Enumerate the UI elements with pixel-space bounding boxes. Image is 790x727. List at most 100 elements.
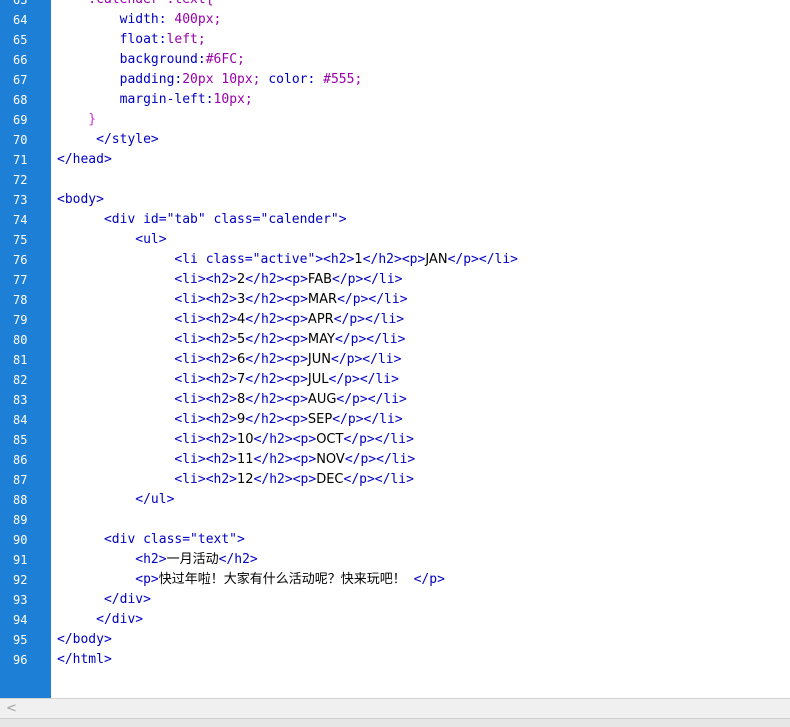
code-line[interactable]: padding:20px 10px; color: #555; xyxy=(57,70,363,90)
code-token: </p></li> xyxy=(447,252,519,267)
code-line[interactable]: <li><h2>5</h2><p>MAY</p></li> xyxy=(57,330,405,350)
code-token: </div> xyxy=(57,612,144,627)
line-number: 81 xyxy=(13,353,28,367)
code-line[interactable]: </body> xyxy=(57,630,112,650)
code-line[interactable]: .calender .text{ xyxy=(57,0,213,10)
code-line[interactable]: width: 400px; xyxy=(57,10,222,30)
line-number: 67 xyxy=(13,73,28,87)
horizontal-scrollbar[interactable]: < xyxy=(0,698,790,719)
code-token: </p></li> xyxy=(336,392,407,407)
code-token: 20px 10px; xyxy=(182,72,261,87)
code-token: </h2><p> xyxy=(245,392,308,407)
code-line[interactable]: float:left; xyxy=(57,30,206,50)
code-token: </p></li> xyxy=(337,292,408,307)
code-token: <li><h2> xyxy=(57,432,238,447)
line-number: 77 xyxy=(13,273,28,287)
code-token: <li><h2> xyxy=(57,292,238,307)
line-number: 71 xyxy=(13,153,28,167)
code-line[interactable]: </div> xyxy=(57,590,151,610)
code-line[interactable]: <li class="active"><h2>1</h2><p>JAN</p><… xyxy=(57,250,518,270)
code-token: 11 xyxy=(237,452,254,467)
code-token: FAB xyxy=(307,272,333,287)
code-token: 12 xyxy=(237,472,254,487)
code-token: <body> xyxy=(57,192,104,207)
code-line[interactable]: <body> xyxy=(57,190,104,210)
code-line[interactable]: <ul> xyxy=(57,230,167,250)
code-token: </p></li> xyxy=(328,372,399,387)
code-token: #6FC; xyxy=(205,52,245,67)
code-line[interactable]: </style> xyxy=(57,130,159,150)
code-token: MAR xyxy=(307,292,338,307)
code-token: JUL xyxy=(307,372,329,387)
code-line[interactable]: <li><h2>12</h2><p>DEC</p></li> xyxy=(57,470,414,490)
code-line[interactable]: <li><h2>4</h2><p>APR</p></li> xyxy=(57,310,404,330)
code-token: #555; xyxy=(323,72,363,87)
scroll-left-icon[interactable]: < xyxy=(6,701,17,716)
code-token: <ul> xyxy=(57,232,167,247)
code-line[interactable]: <li><h2>3</h2><p>MAR</p></li> xyxy=(57,290,408,310)
code-token: <li><h2> xyxy=(57,472,238,487)
code-token: </h2><p> xyxy=(245,352,308,367)
line-number: 87 xyxy=(13,473,28,487)
code-line[interactable]: } xyxy=(57,110,96,130)
code-token: padding: xyxy=(57,72,183,87)
code-token: </html> xyxy=(57,652,112,667)
code-token: AUG xyxy=(307,392,337,407)
code-token: </h2><p> xyxy=(245,312,308,327)
code-line[interactable]: </head> xyxy=(57,150,112,170)
code-token: JAN xyxy=(425,252,448,267)
code-token: </h2><p> xyxy=(253,432,317,447)
line-number: 83 xyxy=(13,393,28,407)
line-number: 85 xyxy=(13,433,28,447)
code-line[interactable]: <p>快过年啦！大家有什么活动呢？快来玩吧！ </p> xyxy=(57,570,445,590)
code-token: </p></li> xyxy=(344,452,416,467)
code-token: 1 xyxy=(354,252,363,267)
code-line[interactable]: <h2>一月活动</h2> xyxy=(57,550,257,570)
code-token: </h2><p> xyxy=(245,292,308,307)
code-line[interactable]: <li><h2>6</h2><p>JUN</p></li> xyxy=(57,350,401,370)
code-token: <li><h2> xyxy=(57,352,238,367)
code-token: 400px; xyxy=(174,12,222,27)
code-token: <div id="tab" class="calender"> xyxy=(57,212,347,227)
line-number: 70 xyxy=(13,133,28,147)
code-token: } xyxy=(57,112,97,127)
code-token: MAY xyxy=(307,332,335,347)
code-line[interactable]: <li><h2>10</h2><p>OCT</p></li> xyxy=(57,430,414,450)
code-line[interactable]: margin-left:10px; xyxy=(57,90,253,110)
code-line[interactable]: </div> xyxy=(57,610,143,630)
code-line[interactable]: <li><h2>11</h2><p>NOV</p></li> xyxy=(57,450,415,470)
code-token: </style> xyxy=(57,132,159,147)
code-line[interactable]: <li><h2>2</h2><p>FAB</p></li> xyxy=(57,270,402,290)
code-token: </p></li> xyxy=(333,312,405,327)
code-line[interactable]: </ul> xyxy=(57,490,174,510)
code-token: </p></li> xyxy=(334,332,406,347)
code-token: 10px; xyxy=(213,92,253,107)
line-number: 74 xyxy=(13,213,28,227)
code-line[interactable]: background:#6FC; xyxy=(57,50,245,70)
code-line[interactable]: <li><h2>9</h2><p>SEP</p></li> xyxy=(57,410,402,430)
code-token: DEC xyxy=(316,472,344,487)
code-line[interactable]: <div id="tab" class="calender"> xyxy=(57,210,347,230)
code-editor[interactable]: .calender .text{ width: 400px; float:lef… xyxy=(51,0,790,698)
code-line[interactable]: <div class="text"> xyxy=(57,530,245,550)
code-token: SEP xyxy=(307,412,333,427)
line-number: 78 xyxy=(13,293,28,307)
line-number: 65 xyxy=(13,33,28,47)
code-token: <li><h2> xyxy=(57,272,238,287)
code-line[interactable]: </html> xyxy=(57,650,112,670)
code-token: 一月活动 xyxy=(166,552,219,567)
code-token: <li class="active"><h2> xyxy=(57,252,355,267)
code-token: color: xyxy=(260,72,324,87)
code-token: <li><h2> xyxy=(57,412,238,427)
code-line[interactable]: <li><h2>7</h2><p>JUL</p></li> xyxy=(57,370,399,390)
line-number: 69 xyxy=(13,113,28,127)
code-token: <h2> xyxy=(57,552,167,567)
code-token: </h2><p> xyxy=(253,472,317,487)
code-token: OCT xyxy=(316,432,344,447)
code-token: <div class="text"> xyxy=(57,532,245,547)
code-token: </h2><p> xyxy=(253,452,317,467)
code-line[interactable]: <li><h2>8</h2><p>AUG</p></li> xyxy=(57,390,407,410)
line-number: 93 xyxy=(13,593,28,607)
code-token: </h2><p> xyxy=(245,372,308,387)
code-token: </p></li> xyxy=(332,272,403,287)
